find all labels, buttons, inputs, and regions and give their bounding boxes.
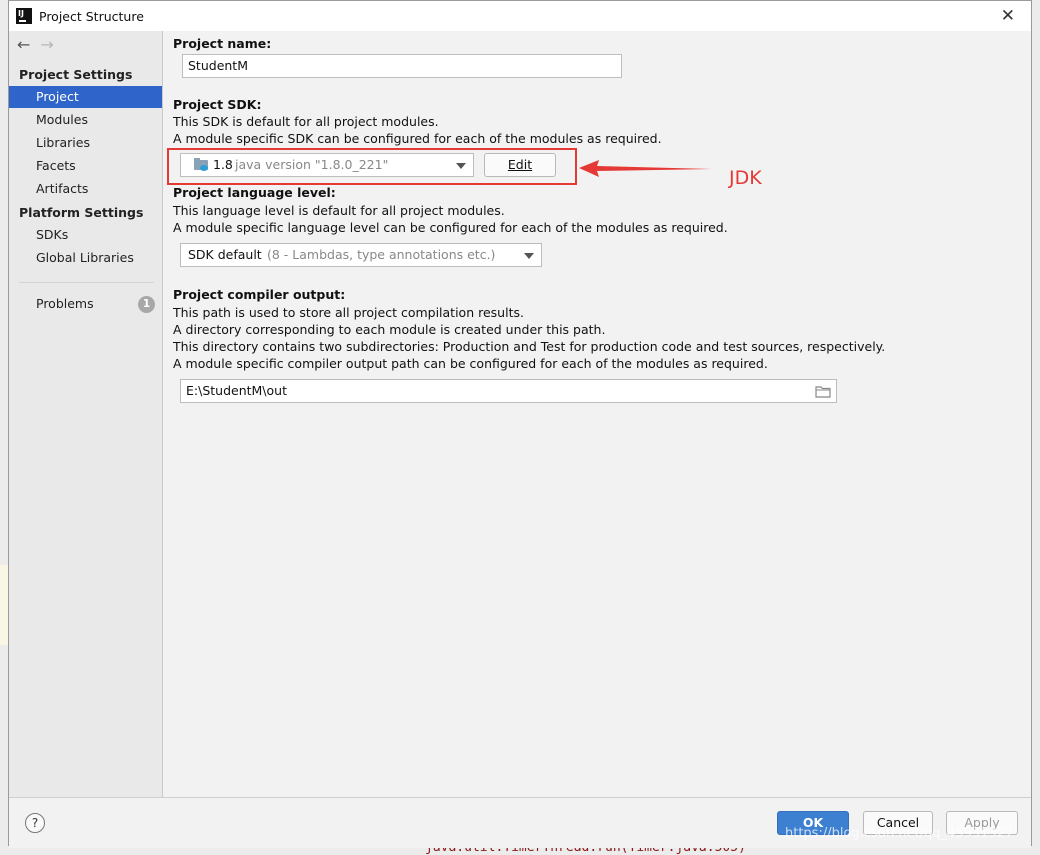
language-level-detail: (8 - Lambdas, type annotations etc.) (267, 247, 496, 262)
compiler-output-label: Project compiler output: (173, 287, 346, 302)
sidebar-item-sdks[interactable]: SDKs (9, 224, 162, 246)
folder-browse-icon[interactable] (815, 385, 831, 398)
chevron-down-icon (524, 253, 534, 259)
project-name-input[interactable]: StudentM (182, 54, 622, 78)
language-level-description-1: This language level is default for all p… (173, 203, 505, 218)
sidebar-item-modules[interactable]: Modules (9, 109, 162, 131)
forward-arrow-icon[interactable]: → (40, 35, 53, 54)
sidebar-item-project[interactable]: Project (9, 86, 162, 108)
project-settings-header: Project Settings (19, 67, 133, 82)
output-description-4: A module specific compiler output path c… (173, 356, 768, 371)
title-bar: IJ Project Structure ✕ (9, 1, 1031, 31)
sidebar-item-facets[interactable]: Facets (9, 155, 162, 177)
sidebar-divider (19, 282, 154, 283)
sidebar: ← → Project Settings Project Modules Libr… (9, 31, 163, 797)
output-description-1: This path is used to store all project c… (173, 305, 524, 320)
language-level-value: SDK default (188, 247, 262, 262)
sidebar-item-libraries[interactable]: Libraries (9, 132, 162, 154)
platform-settings-header: Platform Settings (19, 205, 144, 220)
window-title: Project Structure (39, 9, 144, 24)
sidebar-item-artifacts[interactable]: Artifacts (9, 178, 162, 200)
annotation-arrow-icon (579, 160, 712, 177)
project-structure-dialog: IJ Project Structure ✕ ← → Project Settin… (8, 0, 1032, 848)
compiler-output-path: E:\StudentM\out (186, 383, 287, 398)
jdk-annotation-label: JDK (729, 167, 762, 189)
sdk-description-1: This SDK is default for all project modu… (173, 114, 439, 129)
intellij-app-icon: IJ (16, 8, 32, 24)
annotation-highlight-box (167, 148, 577, 185)
sidebar-item-global-libraries[interactable]: Global Libraries (9, 247, 162, 269)
problems-count-badge: 1 (138, 296, 155, 313)
project-name-label: Project name: (173, 36, 272, 51)
project-settings-panel: Project name: StudentM Project SDK: This… (167, 31, 1031, 797)
language-level-label: Project language level: (173, 185, 336, 200)
compiler-output-path-input[interactable]: E:\StudentM\out (180, 379, 837, 403)
sdk-description-2: A module specific SDK can be configured … (173, 131, 662, 146)
language-level-dropdown[interactable]: SDK default (8 - Lambdas, type annotatio… (180, 243, 542, 267)
project-sdk-label: Project SDK: (173, 97, 262, 112)
nav-arrows: ← → (17, 35, 64, 54)
back-arrow-icon[interactable]: ← (17, 35, 30, 54)
help-button[interactable]: ? (25, 813, 45, 833)
output-description-2: A directory corresponding to each module… (173, 322, 606, 337)
background-strip (0, 565, 8, 645)
close-icon[interactable]: ✕ (1001, 6, 1015, 26)
watermark: https://blog.csdn.net/qq_45931327 (785, 826, 1014, 841)
output-description-3: This directory contains two subdirectori… (173, 339, 886, 354)
language-level-description-2: A module specific language level can be … (173, 220, 728, 235)
